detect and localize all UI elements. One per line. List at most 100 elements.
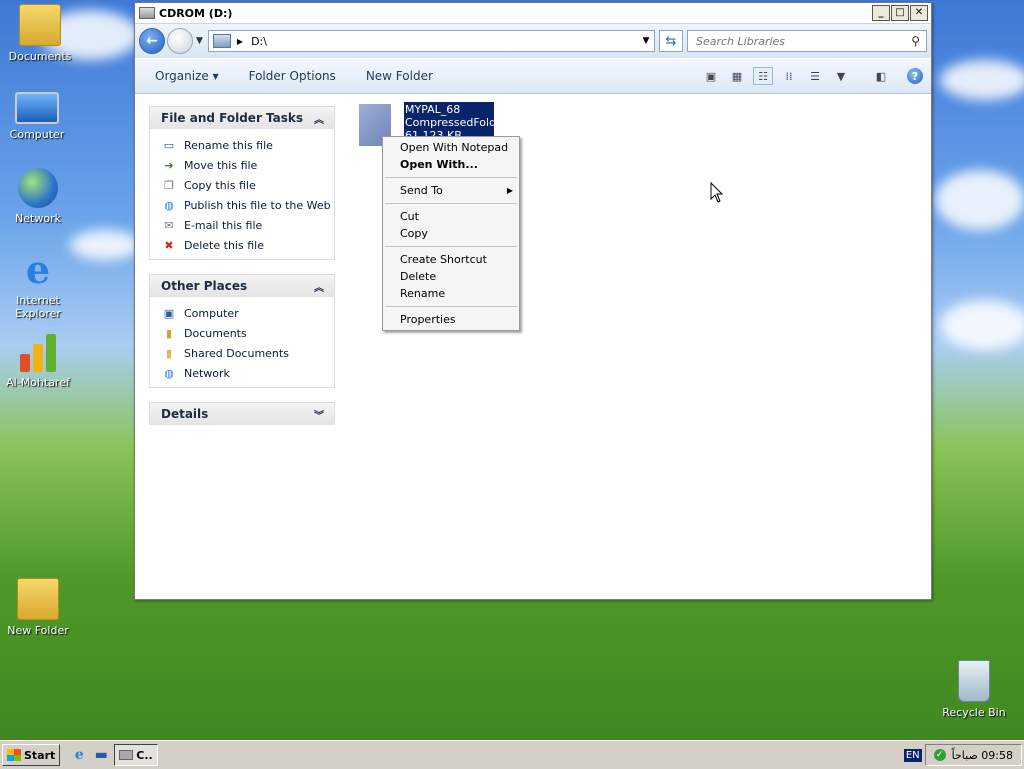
internet-explorer-icon[interactable]: e (70, 746, 88, 764)
desktop-icon-label: Recycle Bin (942, 706, 1006, 719)
desktop-icon-network[interactable]: Network (0, 168, 78, 225)
desktop-icon-label: Internet Explorer (15, 294, 61, 320)
cloud (935, 170, 1024, 230)
security-shield-icon[interactable]: ✓ (933, 749, 946, 761)
organize-menu[interactable]: Organize ▾ (155, 69, 219, 83)
icons-view-icon[interactable]: ☷ (753, 67, 773, 85)
refresh-icon: ⇆ (665, 33, 677, 49)
path-box[interactable]: ▶ D:\ ▼ (207, 30, 655, 52)
email-icon: ✉ (164, 218, 174, 232)
task-label: Delete this file (184, 238, 264, 252)
task-delete-file[interactable]: ✖ Delete this file (162, 235, 334, 255)
menu-delete[interactable]: Delete (383, 268, 519, 285)
forward-button[interactable] (167, 28, 193, 54)
menu-separator (385, 246, 517, 247)
copy-icon: ❐ (164, 178, 174, 192)
delete-icon: ✖ (164, 238, 174, 252)
task-label: Copy this file (184, 178, 256, 192)
menu-properties[interactable]: Properties (383, 311, 519, 328)
title-bar[interactable]: CDROM (D:) _ □ ✕ (135, 3, 931, 23)
desktop-icon-internet-explorer[interactable]: e Internet Explorer (0, 247, 78, 321)
desktop-icon-label: Computer (9, 128, 65, 141)
file-name: MYPAL_68 (405, 103, 461, 116)
language-indicator[interactable]: EN (903, 748, 922, 762)
command-toolbar: Organize ▾ Folder Options New Folder ▣ ▦… (135, 58, 931, 94)
task-label: Move this file (184, 158, 258, 172)
chart-bars-icon (18, 332, 58, 372)
history-dropdown-icon[interactable]: ▼ (196, 36, 203, 46)
place-computer[interactable]: ▣ Computer (162, 303, 334, 323)
minimize-button[interactable]: _ (872, 5, 890, 21)
desktop-icon-al-mohtaref[interactable]: Al-Mohtaref (0, 332, 78, 389)
view-dropdown-icon[interactable]: ▼ (831, 67, 851, 85)
panel-title: File and Folder Tasks (161, 111, 304, 125)
cloud (940, 300, 1024, 350)
refresh-button[interactable]: ⇆ (659, 30, 683, 52)
menu-rename[interactable]: Rename (383, 285, 519, 302)
back-button[interactable]: ← (139, 28, 165, 54)
chevron-down-icon[interactable]: ︾ (314, 407, 324, 422)
place-network[interactable]: ◍ Network (162, 363, 334, 383)
thumbnails-view-icon[interactable]: ▣ (701, 67, 721, 85)
preview-pane-icon[interactable]: ◧ (871, 67, 891, 85)
panel-header[interactable]: Details ︾ (150, 403, 334, 425)
search-icon[interactable]: ⚲ (911, 34, 920, 48)
arrow-left-icon: ← (146, 33, 158, 49)
taskbar-button-explorer[interactable]: C.. (114, 744, 159, 766)
task-publish-web[interactable]: ◍ Publish this file to the Web (162, 195, 334, 215)
menu-open-with-notepad[interactable]: Open With Notepad (383, 139, 519, 156)
search-box[interactable]: ⚲ (687, 30, 927, 52)
menu-open-with[interactable]: Open With... (383, 156, 519, 173)
close-button[interactable]: ✕ (910, 5, 928, 21)
internet-explorer-icon: e (25, 247, 51, 292)
desktop-icon-recycle-bin[interactable]: Recycle Bin (934, 660, 1014, 719)
documents-icon: ▮ (165, 326, 173, 340)
task-label: E-mail this file (184, 218, 263, 232)
panel-header[interactable]: File and Folder Tasks ︽ (150, 107, 334, 129)
menu-cut[interactable]: Cut (383, 208, 519, 225)
windows-logo-icon (7, 749, 21, 761)
search-input[interactable] (694, 33, 912, 49)
path-text[interactable]: D:\ (251, 35, 638, 48)
panel-title: Other Places (161, 279, 248, 293)
address-bar: ← ▼ ▶ D:\ ▼ ⇆ ⚲ (135, 23, 931, 58)
folder-options-button[interactable]: Folder Options (249, 69, 336, 83)
show-desktop-icon[interactable]: ▬ (92, 746, 110, 764)
desktop-icon-new-folder[interactable]: New Folder (0, 578, 78, 637)
task-copy-file[interactable]: ❐ Copy this file (162, 175, 334, 195)
task-label: Publish this file to the Web (184, 198, 331, 212)
start-button[interactable]: Start (2, 744, 61, 766)
desktop-icon-label: Network (15, 212, 61, 225)
other-places-panel: Other Places ︽ ▣ Computer ▮ Documents ▮ … (149, 274, 335, 388)
maximize-button[interactable]: □ (891, 5, 909, 21)
shared-documents-icon: ▮ (165, 346, 173, 360)
task-move-file[interactable]: ➔ Move this file (162, 155, 334, 175)
menu-copy[interactable]: Copy (383, 225, 519, 242)
desktop-icon-documents[interactable]: Documents (0, 4, 80, 63)
place-shared-documents[interactable]: ▮ Shared Documents (162, 343, 334, 363)
panel-header[interactable]: Other Places ︽ (150, 275, 334, 297)
task-rename-file[interactable]: ▭ Rename this file (162, 135, 334, 155)
chevron-up-icon[interactable]: ︽ (314, 279, 324, 294)
new-folder-button[interactable]: New Folder (366, 69, 433, 83)
details-view-icon[interactable]: ☰ (805, 67, 825, 85)
desktop-icon-computer[interactable]: Computer (0, 86, 77, 141)
file-type: CompressedFolder (405, 116, 508, 129)
tiles-view-icon[interactable]: ▦ (727, 67, 747, 85)
help-icon[interactable]: ? (907, 68, 923, 84)
drive-icon (119, 750, 134, 760)
chevron-up-icon[interactable]: ︽ (314, 111, 324, 126)
desktop-icon-label: Documents (8, 50, 72, 63)
computer-icon (15, 92, 59, 124)
folder-icon (17, 578, 59, 620)
breadcrumb-arrow-icon[interactable]: ▶ (237, 37, 243, 46)
menu-create-shortcut[interactable]: Create Shortcut (383, 251, 519, 268)
place-documents[interactable]: ▮ Documents (162, 323, 334, 343)
path-dropdown-icon[interactable]: ▼ (638, 36, 654, 46)
menu-send-to[interactable]: Send To ▶ (383, 182, 519, 199)
place-label: Computer (184, 306, 239, 320)
task-email-file[interactable]: ✉ E-mail this file (162, 215, 334, 235)
list-view-icon[interactable]: ⁞⁞ (779, 67, 799, 85)
menu-separator (385, 306, 517, 307)
clock[interactable]: 09:58 صباحاً (952, 749, 1013, 762)
